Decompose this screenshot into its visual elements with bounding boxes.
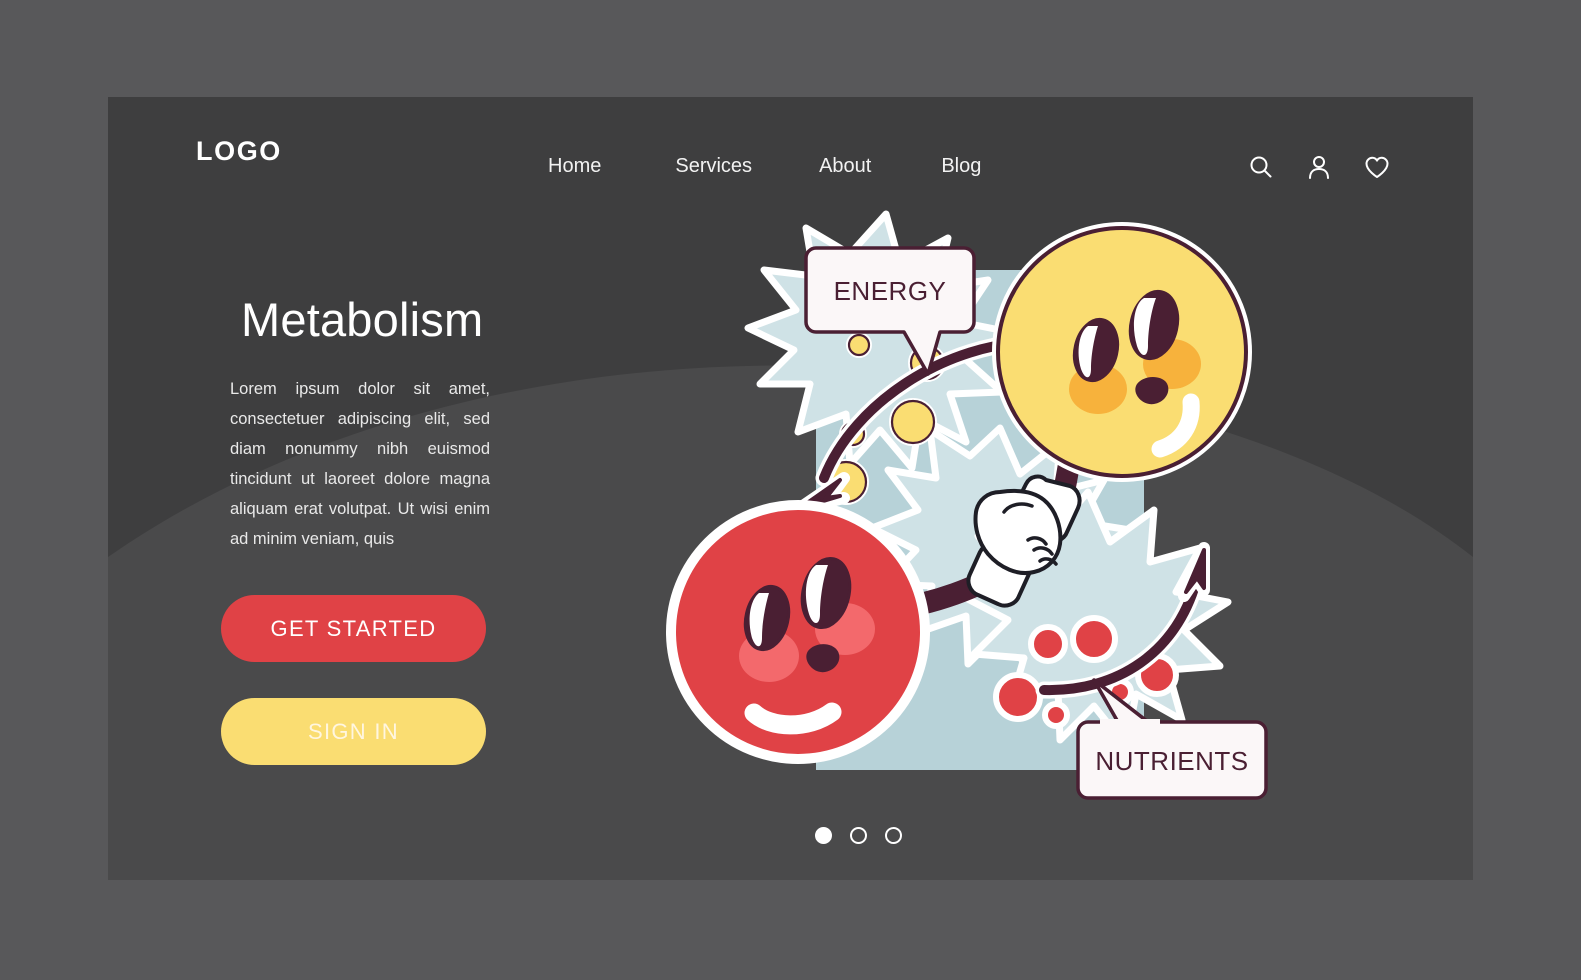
red-face: [666, 500, 930, 764]
hero-illustration: ENERGY NUTRIENTS: [648, 192, 1288, 832]
hero-card: LOGO Home Services About Blog Metabolism…: [108, 97, 1473, 880]
page-root: LOGO Home Services About Blog Metabolism…: [0, 0, 1581, 980]
nav-item-about[interactable]: About: [819, 155, 871, 178]
nutrients-bubble-label: NUTRIENTS: [1095, 746, 1248, 776]
yellow-face: [992, 222, 1252, 482]
get-started-button[interactable]: GET STARTED: [221, 595, 486, 662]
nav-item-services[interactable]: Services: [675, 155, 752, 178]
nav-item-home[interactable]: Home: [548, 155, 601, 178]
hero-body-text: Lorem ipsum dolor sit amet, consectetuer…: [230, 380, 490, 548]
page-title: Metabolism: [241, 293, 484, 346]
header-icon-group: [1247, 153, 1391, 181]
user-icon[interactable]: [1305, 153, 1333, 181]
logo[interactable]: LOGO: [196, 136, 282, 167]
heart-icon[interactable]: [1363, 153, 1391, 181]
energy-bubble-label: ENERGY: [834, 276, 947, 306]
nav-item-blog[interactable]: Blog: [941, 155, 981, 178]
sign-in-button[interactable]: SIGN IN: [221, 698, 486, 765]
main-nav: Home Services About Blog: [548, 155, 981, 178]
search-icon[interactable]: [1247, 153, 1275, 181]
